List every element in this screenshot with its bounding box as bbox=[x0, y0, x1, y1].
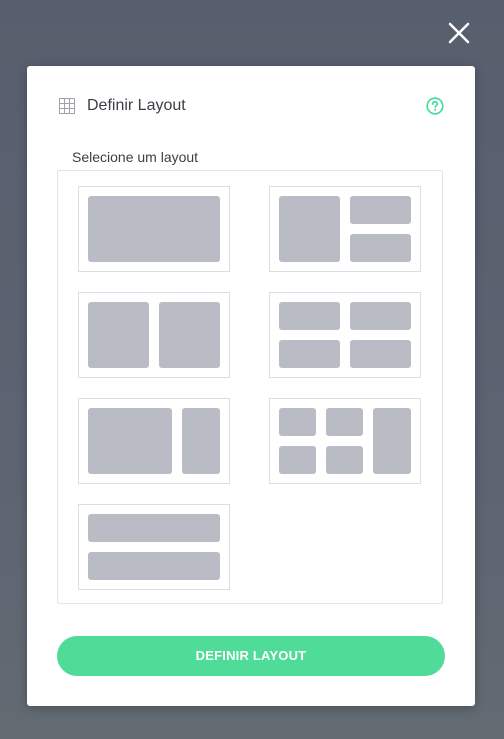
layout-option-two-columns[interactable] bbox=[78, 292, 230, 378]
layout-options-grid bbox=[57, 170, 443, 604]
layout-option-four-plus-tall[interactable] bbox=[269, 398, 421, 484]
layout-option-left-large-right-stacked[interactable] bbox=[269, 186, 421, 272]
define-layout-button[interactable]: DEFINIR LAYOUT bbox=[57, 636, 445, 676]
layout-option-grid-2x2[interactable] bbox=[269, 292, 421, 378]
modal-title: Definir Layout bbox=[87, 97, 186, 114]
define-layout-modal: Definir Layout Selecione um layout DEFIN… bbox=[27, 66, 475, 706]
layout-single-icon bbox=[88, 196, 220, 262]
grid-icon bbox=[59, 98, 75, 114]
section-label: Selecione um layout bbox=[72, 149, 199, 165]
layout-option-two-rows[interactable] bbox=[78, 504, 230, 590]
help-circle-icon[interactable] bbox=[426, 97, 444, 115]
layout-option-wide-narrow[interactable] bbox=[78, 398, 230, 484]
layout-option-single[interactable] bbox=[78, 186, 230, 272]
close-icon[interactable] bbox=[446, 20, 472, 46]
